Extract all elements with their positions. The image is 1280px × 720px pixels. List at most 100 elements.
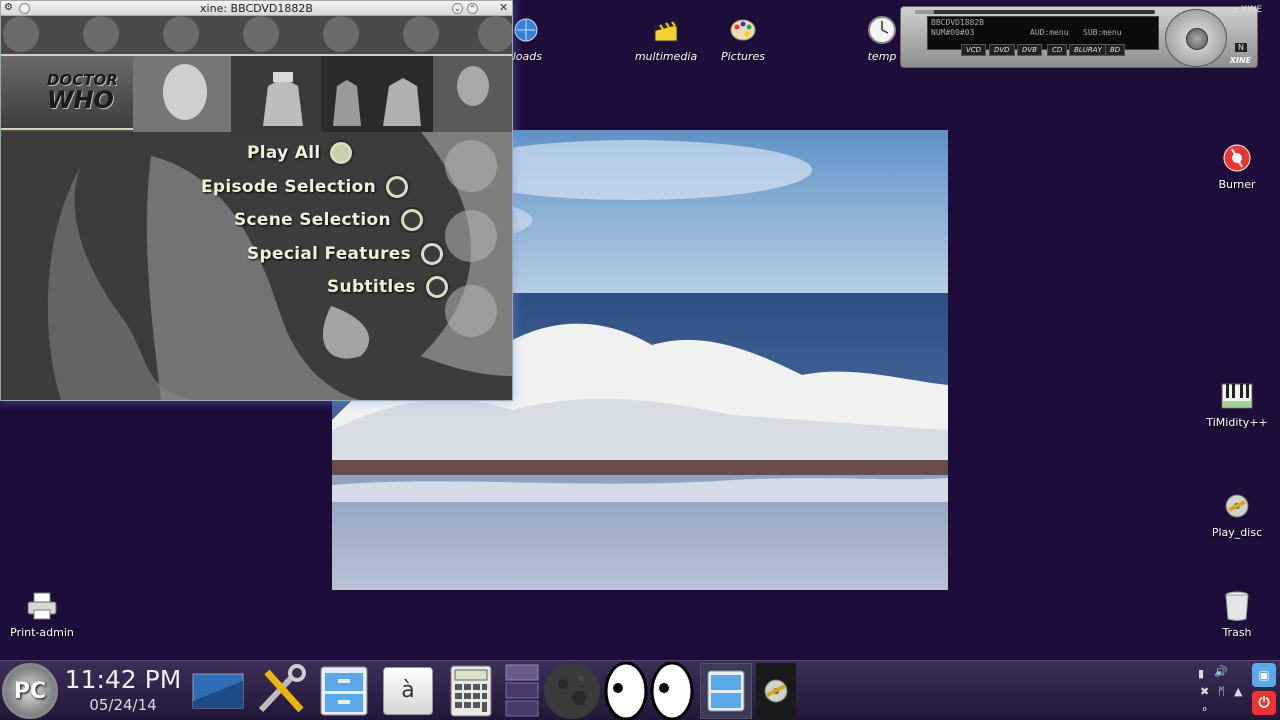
display-time: NUM#00#03 — [931, 28, 975, 37]
power-off-icon[interactable]: ⏻ — [1252, 691, 1276, 715]
menu-item-label: Play All — [247, 143, 321, 163]
taskbar: PC 11:42 PM 05/24/14 à ▮ 🔊 ✖ ᛗ ▲ ⚬ ▣ ⏻ — [0, 660, 1280, 720]
file-manager-launcher[interactable] — [316, 663, 372, 719]
desktop-icon-label: Trash — [1222, 626, 1252, 639]
header-photo-strip — [133, 56, 512, 132]
display-audio-channel: AUD:menu — [1030, 28, 1069, 37]
selection-ring-icon — [330, 142, 353, 164]
palette-icon — [725, 12, 761, 48]
workspace-pager[interactable] — [504, 663, 540, 719]
drawer-cabinet-icon — [320, 666, 368, 716]
window-title: xine: BBCDVD1882B — [200, 2, 313, 15]
lock-screen-icon[interactable]: ▣ — [1252, 663, 1276, 687]
selection-ring-icon — [425, 276, 448, 298]
source-bluray-button[interactable]: BLURAY — [1069, 44, 1107, 56]
xine-video-window[interactable]: ⚙ xine: BBCDVD1882B ⌄ ⌃ ✕ DOCTOR WHO Pla… — [0, 0, 513, 401]
network-signal-icon[interactable]: ▮ — [1198, 667, 1204, 680]
menu-item-subtitles[interactable]: Subtitles — [327, 276, 448, 298]
window-titlebar[interactable]: ⚙ xine: BBCDVD1882B ⌄ ⌃ ✕ — [1, 1, 512, 16]
desktop-icon-trash[interactable]: Trash — [1197, 588, 1277, 639]
calculator-launcher[interactable] — [446, 663, 496, 719]
disc-player-task[interactable] — [756, 663, 796, 719]
globe-icon — [508, 12, 544, 48]
disc-burner-icon — [1219, 140, 1255, 176]
doctor-who-logo: DOCTOR WHO — [1, 56, 133, 128]
menu-item-scene-selection[interactable]: Scene Selection — [234, 209, 423, 231]
display-title: BBCDVD1882B — [931, 18, 984, 27]
system-tray: ▮ 🔊 ✖ ᛗ ▲ ⚬ — [1196, 665, 1248, 717]
selection-ring-icon — [400, 209, 423, 231]
desktop-icon-timidity[interactable]: TiMidity++ — [1197, 378, 1277, 429]
pager-icon — [505, 664, 539, 717]
tools-tray-icon[interactable]: ✖ — [1200, 685, 1209, 698]
close-button[interactable]: ✕ — [499, 1, 508, 14]
tray-expand-icon[interactable]: ▲ — [1234, 685, 1242, 698]
menu-item-label: Special Features — [247, 244, 412, 264]
menu-item-episode-selection[interactable]: Episode Selection — [201, 176, 409, 198]
n-button[interactable]: N — [1235, 43, 1247, 52]
panel-close-button[interactable]: ✕ — [1231, 6, 1239, 17]
menu-item-label: Subtitles — [327, 277, 416, 297]
dvd-menu-header: DOCTOR WHO — [1, 54, 512, 132]
xine-logo: XINE — [1229, 56, 1251, 65]
file-cabinet-task[interactable] — [700, 663, 752, 719]
volume-icon[interactable]: 🔊 — [1214, 665, 1228, 678]
clock-time: 11:42 PM — [64, 665, 182, 694]
minimize-button[interactable]: ⌄ — [452, 3, 463, 14]
desktop-icon-label: Pictures — [720, 50, 766, 63]
menu-item-play-all[interactable]: Play All — [247, 142, 353, 164]
clock-icon — [864, 12, 900, 48]
source-cd-button[interactable]: CD — [1047, 44, 1068, 56]
moon-phase-applet[interactable] — [542, 663, 602, 719]
desktop-switcher-icon — [192, 673, 244, 709]
disc-icon — [764, 679, 788, 703]
printer-icon — [24, 588, 60, 624]
eyes-icon — [604, 662, 694, 720]
clock-date: 05/24/14 — [89, 696, 157, 714]
source-bd-button[interactable]: BD — [1105, 44, 1126, 56]
settings-tools-launcher[interactable] — [250, 663, 312, 719]
menu-item-label: Episode Selection — [201, 177, 377, 197]
desktop-icon-label: multimedia — [634, 50, 698, 63]
desktop-icon-label: Burner — [1218, 178, 1256, 191]
source-dvd-button[interactable]: DVD — [989, 44, 1015, 56]
tools-icon — [258, 664, 306, 713]
selection-ring-icon — [421, 243, 444, 265]
desktop-icon-label: TiMidity++ — [1206, 416, 1268, 429]
desktop-icon-burner[interactable]: Burner — [1197, 140, 1277, 191]
desktop-icon-play-disc[interactable]: Play_disc — [1197, 488, 1277, 539]
desktop-icon-label: Play_disc — [1211, 526, 1263, 539]
taskbar-clock[interactable]: 11:42 PM 05/24/14 — [62, 665, 184, 714]
source-dvb-button[interactable]: DVB — [1017, 44, 1042, 56]
navigation-wheel[interactable] — [1165, 9, 1227, 67]
source-vcd-button[interactable]: VCD — [961, 44, 987, 56]
playback-progress-slider[interactable] — [915, 10, 1155, 14]
drawer-cabinet-icon — [707, 670, 745, 712]
menu-item-label: Scene Selection — [234, 210, 391, 230]
display-subtitle-channel: SUB:menu — [1083, 28, 1122, 37]
show-desktop-launcher[interactable] — [190, 663, 246, 719]
keyboard-key-icon: à — [383, 667, 433, 715]
clapper-icon — [648, 12, 684, 48]
disc-icon — [1219, 488, 1255, 524]
desktop-icon-multimedia[interactable]: multimedia — [626, 12, 706, 63]
xine-control-panel[interactable]: BBCDVD1882B NUM#00#03 AUD:menu SUB:menu … — [900, 5, 1262, 68]
usb-icon[interactable]: ⚬ — [1200, 703, 1209, 716]
maximize-button[interactable]: ⌃ — [467, 3, 478, 14]
start-menu-button[interactable]: PC — [2, 663, 58, 719]
selection-ring-icon — [386, 176, 409, 198]
piano-icon — [1219, 378, 1255, 414]
trash-icon — [1219, 588, 1255, 624]
character-map-launcher[interactable]: à — [380, 663, 436, 719]
moon-icon — [544, 663, 600, 719]
desktop-icon-label: Print-admin — [10, 626, 74, 639]
menu-item-special-features[interactable]: Special Features — [247, 243, 444, 265]
play-pause-button[interactable] — [1186, 28, 1208, 50]
xeyes-applet[interactable] — [604, 662, 696, 720]
session-controls: ▣ ⏻ — [1252, 663, 1278, 719]
desktop-icon-print-admin[interactable]: Print-admin — [2, 588, 82, 639]
bluetooth-icon[interactable]: ᛗ — [1218, 685, 1225, 698]
dvd-menu: DOCTOR WHO Play All Episode Selection Sc… — [1, 16, 512, 400]
calculator-icon — [450, 665, 492, 717]
desktop-icon-pictures[interactable]: Pictures — [703, 12, 783, 63]
